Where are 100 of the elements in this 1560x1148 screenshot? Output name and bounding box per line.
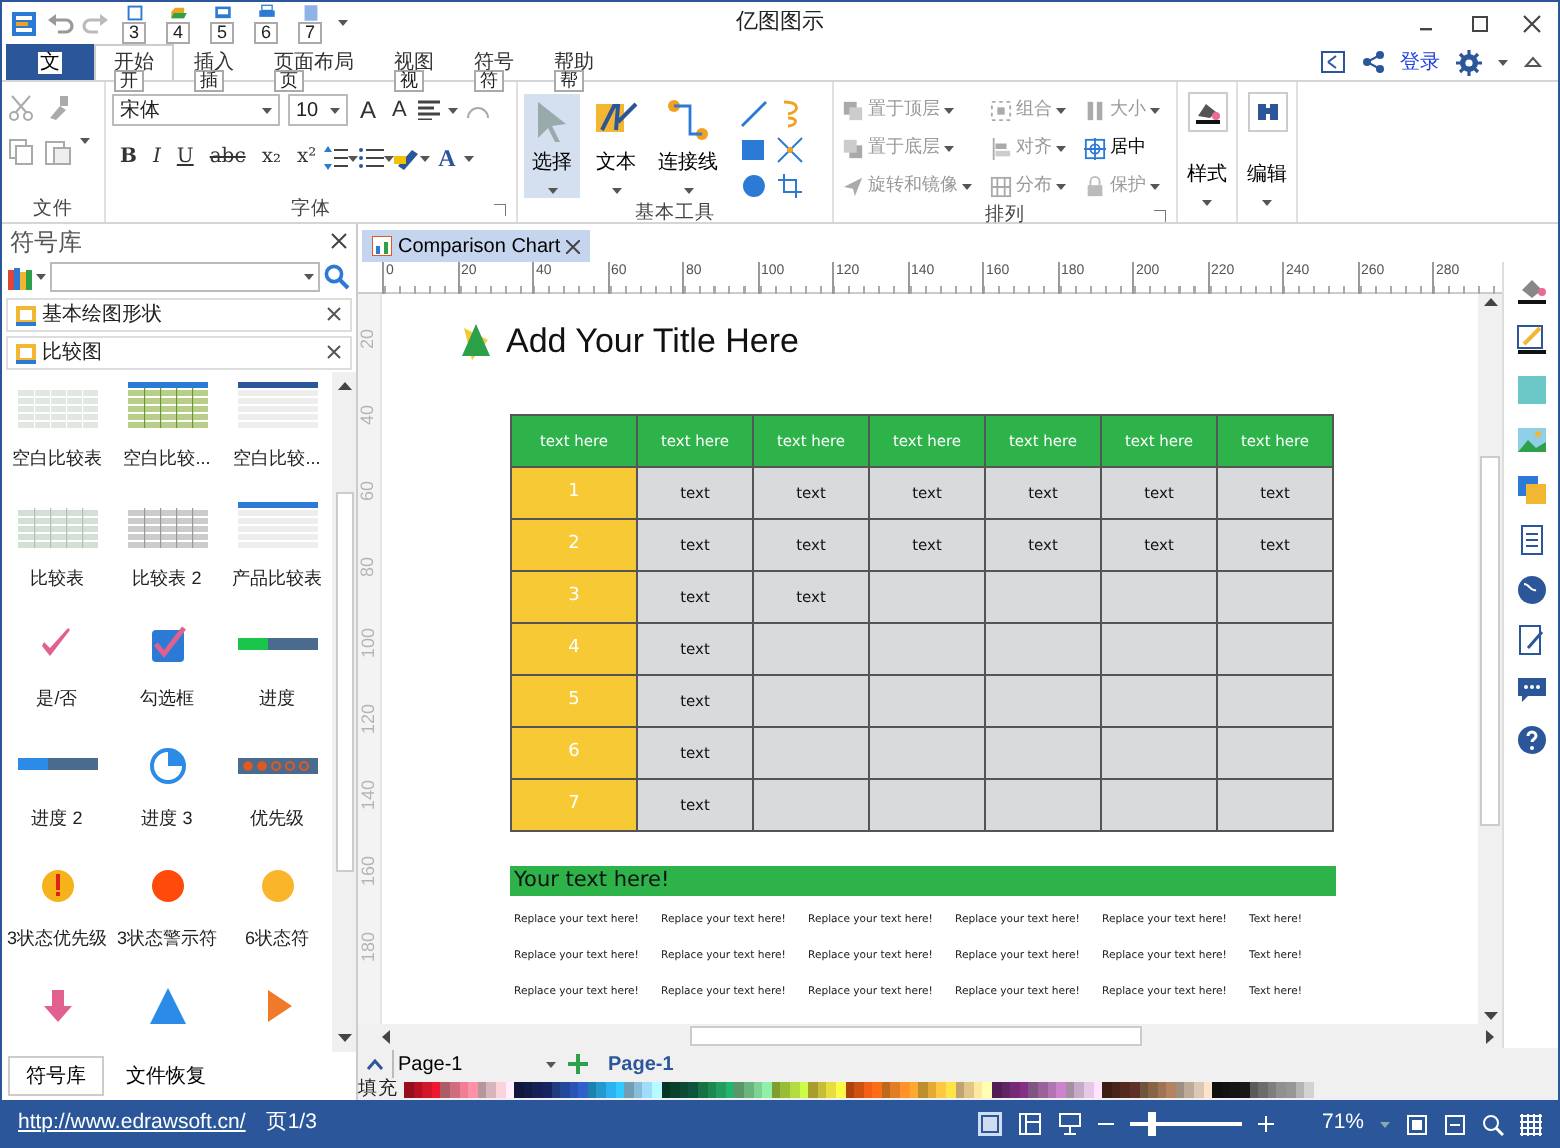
undo-icon[interactable] xyxy=(46,9,74,37)
close-icon[interactable] xyxy=(1522,13,1542,33)
page-tab[interactable]: Page-1 xyxy=(596,1049,686,1079)
paint-bucket-icon[interactable] xyxy=(1515,274,1547,306)
share-icon[interactable] xyxy=(1362,50,1384,74)
scrollbar-thumb[interactable] xyxy=(690,1026,1142,1046)
expand-icon[interactable] xyxy=(366,1058,384,1070)
scroll-left-icon[interactable] xyxy=(382,1029,390,1043)
caret-icon[interactable] xyxy=(463,155,474,161)
caret-icon[interactable] xyxy=(330,107,340,113)
caret-icon[interactable] xyxy=(338,20,348,26)
close-icon[interactable] xyxy=(326,344,342,361)
printer-icon[interactable] xyxy=(255,4,277,22)
search-field[interactable] xyxy=(50,262,320,292)
italic-button[interactable]: I xyxy=(144,142,169,174)
dialog-launcher-icon[interactable] xyxy=(1154,210,1166,222)
file-button[interactable]: 文 xyxy=(6,44,94,80)
outline-view-icon[interactable] xyxy=(1017,1112,1042,1136)
underline-button[interactable]: U xyxy=(168,142,202,174)
add-page-icon[interactable] xyxy=(568,1054,588,1074)
folder-icon[interactable] xyxy=(167,4,189,22)
save-icon[interactable] xyxy=(211,4,233,22)
caret-icon[interactable] xyxy=(262,107,272,113)
scroll-down-icon[interactable] xyxy=(337,1034,351,1042)
shrink-font-button[interactable]: A xyxy=(388,94,411,126)
scroll-up-icon[interactable] xyxy=(337,382,351,390)
caret-icon[interactable] xyxy=(348,155,359,161)
tool-button[interactable]: 选择 xyxy=(524,94,580,198)
caret-icon[interactable] xyxy=(1498,59,1508,65)
close-icon[interactable] xyxy=(566,239,581,253)
caret-icon[interactable] xyxy=(448,107,459,113)
table-icon[interactable] xyxy=(127,382,207,430)
edit-document-icon[interactable] xyxy=(1515,624,1547,656)
chat-icon[interactable] xyxy=(1515,674,1547,706)
scroll-up-icon[interactable] xyxy=(1483,298,1497,306)
grow-font-button[interactable]: A xyxy=(356,94,381,126)
page-dropdown[interactable]: Page-1 xyxy=(392,1050,560,1078)
font-select[interactable]: 宋体 xyxy=(112,94,280,126)
new-file-icon[interactable] xyxy=(123,4,145,22)
panel-tab[interactable]: 符号库 xyxy=(8,1056,104,1096)
group-label: 字体 xyxy=(112,196,510,222)
crop-icon[interactable] xyxy=(776,172,804,200)
rectangle-icon[interactable] xyxy=(740,136,768,164)
panel-tab[interactable]: 文件恢复 xyxy=(108,1056,224,1096)
strikethrough-button[interactable]: abc xyxy=(201,142,254,174)
highlighter-icon[interactable] xyxy=(394,146,421,170)
search-icon[interactable] xyxy=(324,264,350,290)
library-category[interactable]: 比较图 xyxy=(6,336,352,370)
scrollbar-thumb[interactable] xyxy=(1480,456,1500,826)
help-icon[interactable] xyxy=(1515,724,1547,756)
line-spacing-icon[interactable] xyxy=(324,146,349,170)
bold-button[interactable]: B xyxy=(112,142,145,174)
collapse-ribbon-icon[interactable] xyxy=(1524,56,1542,68)
screen-share-icon[interactable] xyxy=(1320,50,1346,74)
caret-icon[interactable] xyxy=(36,274,46,280)
arrange-button[interactable]: 居中 xyxy=(1082,132,1170,164)
align-icon[interactable] xyxy=(418,100,441,120)
subscript-button[interactable]: x₂ xyxy=(253,142,289,174)
maximize-icon[interactable] xyxy=(1470,13,1490,33)
settings-icon[interactable] xyxy=(1456,49,1482,75)
grid-icon[interactable] xyxy=(1520,1113,1542,1135)
library-icon[interactable] xyxy=(8,265,32,289)
website-link[interactable]: http://www.edrawsoft.cn/ xyxy=(18,1108,246,1140)
close-icon[interactable] xyxy=(330,232,348,250)
pen-line-icon[interactable] xyxy=(1515,324,1547,356)
style-button[interactable]: 样式 xyxy=(1178,88,1236,210)
zoom-slider-thumb[interactable] xyxy=(1148,1112,1157,1136)
scrollbar-thumb[interactable] xyxy=(335,492,353,872)
login-link[interactable]: 登录 xyxy=(1400,47,1440,77)
fit-width-icon[interactable] xyxy=(1444,1113,1466,1135)
tool-button[interactable]: 文本 xyxy=(588,94,644,198)
ellipse-icon[interactable] xyxy=(740,172,768,200)
line-icon[interactable] xyxy=(740,100,768,128)
table-icon[interactable] xyxy=(237,382,317,430)
scroll-down-icon[interactable] xyxy=(1483,1012,1497,1020)
app-logo-icon[interactable] xyxy=(10,9,38,37)
document-tab[interactable]: Comparison Chart xyxy=(362,230,591,262)
dialog-launcher-icon[interactable] xyxy=(494,204,506,216)
caret-icon[interactable] xyxy=(420,155,431,161)
fit-page-icon[interactable] xyxy=(1406,1113,1428,1135)
document-icon[interactable] xyxy=(1515,524,1547,556)
tool-button[interactable]: 连接线 xyxy=(652,94,724,198)
zoom-icon[interactable] xyxy=(1482,1113,1504,1135)
font-size-select[interactable]: 10 xyxy=(288,94,348,126)
cross-icon[interactable] xyxy=(776,136,804,164)
bullet-list-icon[interactable] xyxy=(358,146,385,170)
scroll-right-icon[interactable] xyxy=(1486,1029,1494,1043)
caret-icon[interactable] xyxy=(384,155,395,161)
close-icon[interactable] xyxy=(326,306,342,323)
caret-icon[interactable] xyxy=(80,138,90,144)
image-icon[interactable] xyxy=(1515,424,1547,456)
edit-button[interactable]: 编辑 xyxy=(1238,88,1296,210)
library-category[interactable]: 基本绘图形状 xyxy=(6,298,352,332)
zoom-in-icon[interactable] xyxy=(1257,1116,1274,1132)
superscript-button[interactable]: x² xyxy=(288,142,325,174)
font-color-button[interactable]: A xyxy=(430,142,464,174)
page-view-icon[interactable] xyxy=(977,1112,1002,1136)
layers-icon[interactable] xyxy=(1515,474,1547,506)
presentation-icon[interactable] xyxy=(1057,1112,1082,1136)
table-icon[interactable] xyxy=(237,502,317,550)
